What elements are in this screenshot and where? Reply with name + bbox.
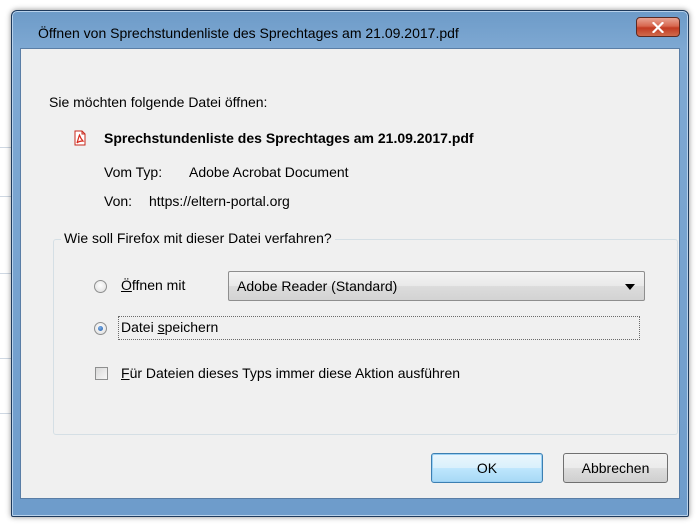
ok-button[interactable]: OK — [431, 453, 543, 483]
application-select[interactable]: Adobe Reader (Standard) — [228, 271, 645, 301]
file-source-value: https://eltern-portal.org — [149, 193, 290, 209]
dropdown-arrow-icon[interactable] — [625, 284, 635, 290]
save-file-label-pre: Datei — [121, 319, 158, 335]
save-file-label[interactable]: Datei speichern — [121, 319, 218, 335]
title-bar[interactable]: Öffnen von Sprechstundenliste des Sprech… — [12, 11, 688, 47]
always-do-checkbox[interactable] — [95, 367, 108, 380]
open-with-label[interactable]: Öffnen mit — [121, 277, 185, 293]
save-file-radio[interactable] — [94, 322, 107, 335]
file-name: Sprechstundenliste des Sprechtages am 21… — [104, 130, 474, 146]
always-do-label[interactable]: Für Dateien dieses Typs immer diese Akti… — [121, 365, 460, 381]
file-type-value: Adobe Acrobat Document — [189, 164, 349, 180]
save-file-label-post: peichern — [164, 319, 219, 335]
cancel-button[interactable]: Abbrechen — [563, 453, 668, 483]
open-with-radio[interactable] — [94, 280, 107, 293]
open-with-mnemonic: Ö — [121, 277, 132, 293]
always-do-mnemonic: F — [121, 365, 130, 381]
window-title: Öffnen von Sprechstundenliste des Sprech… — [38, 25, 459, 41]
pdf-icon — [74, 130, 86, 146]
always-do-label-text: ür Dateien dieses Typs immer diese Aktio… — [129, 365, 461, 381]
file-type-label: Vom Typ: — [104, 164, 163, 180]
close-icon — [652, 21, 664, 33]
close-button[interactable] — [636, 17, 680, 37]
open-prompt: Sie möchten folgende Datei öffnen: — [49, 94, 268, 110]
open-with-label-text: ffnen mit — [131, 277, 186, 293]
save-file-mnemonic: s — [157, 319, 165, 335]
application-select-value: Adobe Reader (Standard) — [237, 278, 398, 294]
file-source-label: Von: — [104, 193, 133, 209]
action-group-legend: Wie soll Firefox mit dieser Datei verfah… — [61, 230, 335, 246]
